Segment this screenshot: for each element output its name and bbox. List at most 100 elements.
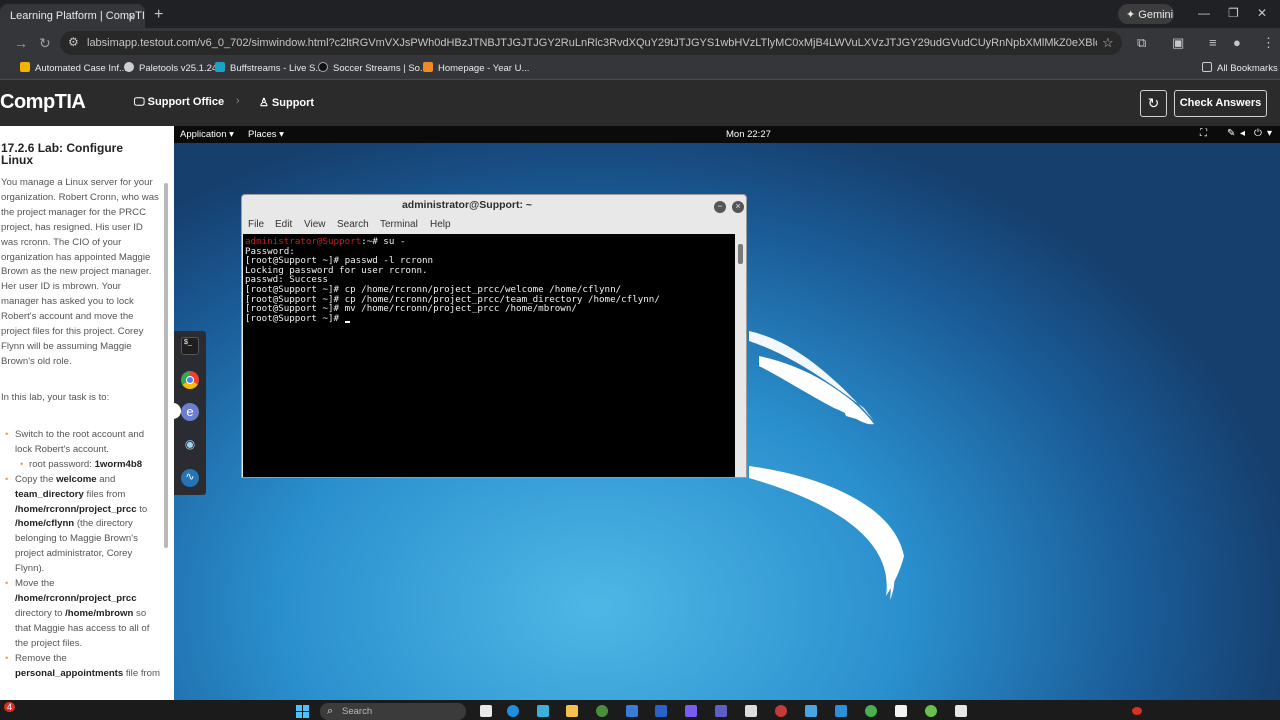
url-text[interactable]: labsimapp.testout.com/v6_0_702/simwindow… — [87, 37, 1097, 49]
task-item: Remove the personal_appointments file fr… — [1, 652, 161, 682]
chrome-icon[interactable] — [181, 371, 199, 389]
browser-tab-bar: Learning Platform | CompTIA × + ✦ Gemini… — [0, 0, 1280, 28]
menu-edit[interactable]: Edit — [275, 219, 292, 230]
lab-intro: You manage a Linux server for your organ… — [1, 177, 159, 367]
bookmarks-bar: Automated Case Inf... Paletools v25.1.24… — [0, 58, 1280, 80]
bookmark-icon — [318, 62, 328, 72]
settings-icon[interactable]: ✎ — [1227, 128, 1235, 139]
text-cursor — [344, 320, 350, 323]
bookmark-icon — [423, 62, 433, 72]
check-answers-button[interactable]: Check Answers — [1174, 90, 1267, 117]
task-intro: In this lab, your task is to: — [1, 392, 110, 403]
profile-avatar[interactable]: ● — [1233, 35, 1241, 50]
panel-scrollbar[interactable] — [164, 183, 168, 548]
terminal-title: administrator@Support: ~ — [401, 199, 533, 211]
menu-help[interactable]: Help — [430, 219, 451, 230]
power-icon[interactable]: ⏻ — [1254, 128, 1262, 139]
menu-search[interactable]: Search — [337, 219, 369, 230]
task-view-icon[interactable] — [480, 705, 492, 717]
minimize-icon[interactable]: — — [1198, 6, 1210, 20]
search-placeholder: Search — [342, 706, 373, 717]
network-icon[interactable]: ⛶ — [1200, 128, 1207, 139]
reset-button[interactable]: ↻ — [1140, 90, 1167, 117]
nav-support-office[interactable]: 🖵 Support Office — [134, 96, 224, 109]
bookmark-item[interactable]: Homepage - Year U... — [423, 62, 529, 74]
terminal-menubar: File Edit View Search Terminal Help — [242, 215, 746, 233]
address-bar[interactable]: ⚙ labsimapp.testout.com/v6_0_702/simwind… — [60, 31, 1122, 55]
edge-icon[interactable] — [507, 705, 519, 717]
notion-icon[interactable] — [895, 705, 907, 717]
media-icon[interactable]: ≡ — [1209, 35, 1217, 50]
store-icon[interactable] — [626, 705, 638, 717]
bookmark-icon — [124, 62, 134, 72]
gnome-top-bar: Application ▾ Places ▾ Mon 22:27 ⛶ ✎ ◂ ⏻… — [174, 126, 1280, 143]
minimize-icon[interactable]: − — [714, 201, 726, 213]
menu-file[interactable]: File — [248, 219, 264, 230]
terminal-icon[interactable]: $_ — [181, 337, 199, 355]
task-subitem: root password: 1worm4b8 — [1, 458, 161, 473]
app-icon[interactable] — [835, 705, 847, 717]
menu-view[interactable]: View — [304, 219, 326, 230]
bookmark-icon — [20, 62, 30, 72]
close-window-icon[interactable]: ✕ — [1257, 6, 1267, 20]
teams-icon[interactable] — [715, 705, 727, 717]
bookmark-star-icon[interactable]: ☆ — [1102, 35, 1114, 51]
browser-e-icon[interactable]: e — [181, 403, 199, 421]
browser-tab[interactable]: Learning Platform | CompTIA × — [0, 4, 145, 28]
terminal-scrollbar[interactable] — [736, 234, 746, 477]
nav-support[interactable]: ♙ Support — [259, 96, 314, 109]
app-icon[interactable] — [865, 705, 877, 717]
terminal-output[interactable]: administrator@Support:~# su - Password: … — [243, 234, 735, 477]
bookmark-item[interactable]: Buffstreams - Live S... — [215, 62, 323, 74]
cast-icon[interactable]: ▣ — [1172, 35, 1184, 51]
chevron-down-icon[interactable]: ▾ — [1267, 128, 1272, 139]
close-icon[interactable]: × — [732, 201, 744, 213]
notification-badge[interactable]: 4 — [4, 702, 16, 712]
comptia-logo: CompTIA — [0, 91, 86, 113]
app-icon[interactable] — [955, 705, 967, 717]
clock[interactable]: Mon 22:27 — [726, 129, 771, 140]
chrome-taskbar-icon[interactable] — [596, 705, 608, 717]
more-menu-icon[interactable]: ⋮ — [1262, 35, 1275, 51]
all-bookmarks[interactable]: All Bookmarks — [1202, 62, 1278, 74]
wireshark-icon[interactable]: ∿ — [181, 469, 199, 487]
app-header: CompTIA 🖵 Support Office › ♙ Support ↻ C… — [0, 80, 1280, 126]
forward-icon[interactable]: → — [14, 35, 28, 51]
windows-start-icon[interactable] — [296, 705, 309, 718]
app-icon[interactable] — [925, 705, 937, 717]
volume-icon[interactable]: ◂ — [1240, 128, 1245, 139]
places-menu[interactable]: Places ▾ — [248, 129, 284, 140]
gemini-button[interactable]: ✦ Gemini — [1118, 4, 1174, 24]
menu-terminal[interactable]: Terminal — [380, 219, 418, 230]
bookmark-item[interactable]: Paletools v25.1.24 — [124, 62, 217, 74]
new-tab-icon[interactable]: + — [154, 6, 163, 24]
task-item: Copy the welcome and team_directory file… — [1, 473, 161, 577]
discord-icon[interactable] — [685, 705, 697, 717]
mail-icon[interactable] — [655, 705, 667, 717]
app-icon[interactable] — [775, 705, 787, 717]
close-icon[interactable]: × — [128, 10, 135, 24]
app-icon[interactable] — [805, 705, 817, 717]
calendar-icon[interactable] — [745, 705, 757, 717]
extensions-icon[interactable]: ⧉ — [1137, 35, 1146, 51]
eye-icon[interactable]: ◉ — [181, 435, 199, 453]
breadcrumb-separator: › — [236, 95, 240, 107]
site-info-icon[interactable]: ⚙ — [68, 35, 79, 49]
tray-icon[interactable] — [1132, 707, 1142, 715]
linux-icon: ♙ — [259, 97, 272, 109]
file-explorer-icon[interactable] — [566, 705, 578, 717]
gemini-label: Gemini — [1138, 9, 1174, 21]
instructions-panel: 17.2.6 Lab: Configure Linux You manage a… — [0, 126, 174, 700]
maximize-icon[interactable]: ❐ — [1228, 6, 1239, 20]
scrollbar-thumb[interactable] — [738, 244, 743, 264]
folder-icon — [1202, 62, 1212, 72]
task-item: Switch to the root account and lock Robe… — [1, 428, 161, 458]
taskbar-search[interactable]: ⌕ Search — [320, 703, 466, 720]
bookmark-item[interactable]: Automated Case Inf... — [20, 62, 127, 74]
bookmark-item[interactable]: Soccer Streams | So... — [318, 62, 428, 74]
reload-icon[interactable]: ↻ — [39, 35, 51, 52]
monitor-icon: 🖵 — [134, 96, 148, 108]
windows-taskbar: 4 ⌕ Search — [0, 700, 1280, 720]
app-icon[interactable] — [537, 705, 549, 717]
application-menu[interactable]: Application ▾ — [180, 129, 234, 140]
